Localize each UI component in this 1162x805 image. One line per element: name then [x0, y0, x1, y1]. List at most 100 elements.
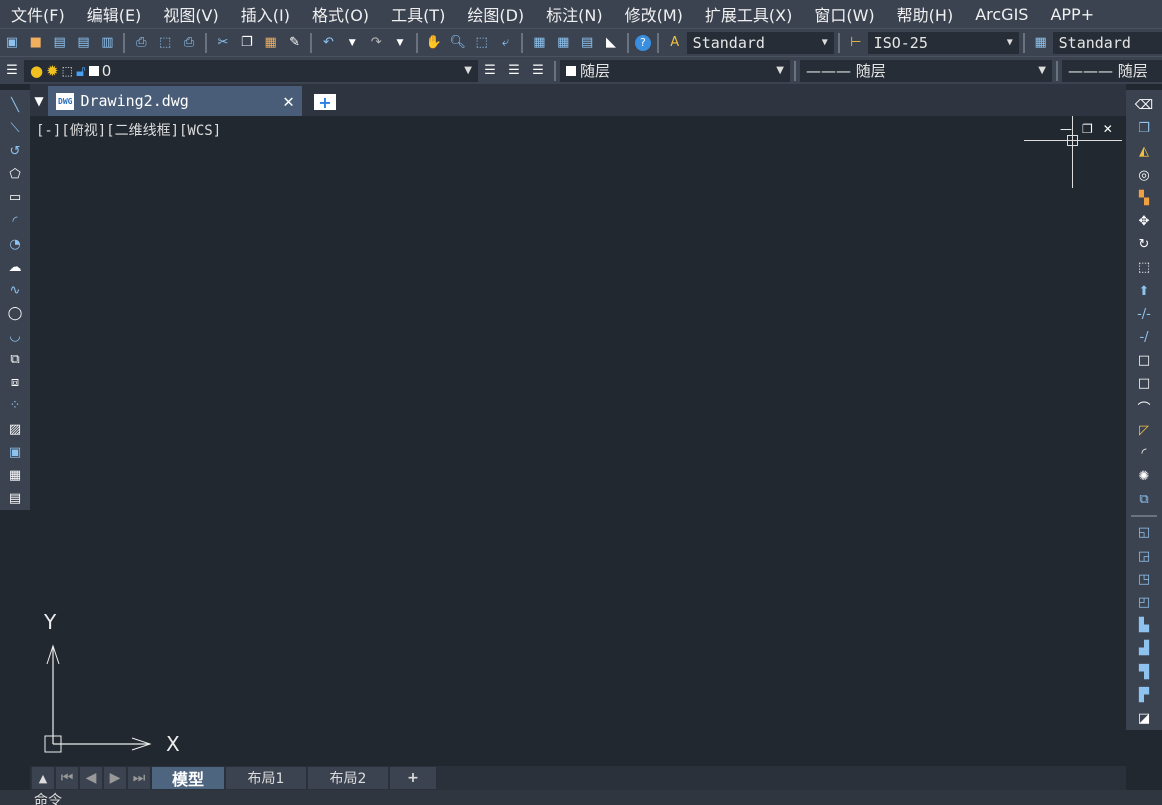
layer-previous-icon[interactable]: ☰	[480, 61, 500, 81]
close-icon[interactable]: ✕	[1103, 122, 1113, 136]
cut-icon[interactable]: ✂	[213, 33, 233, 53]
redo-icon[interactable]: ↷	[366, 33, 386, 53]
match-properties-icon[interactable]: ✎	[285, 33, 305, 53]
fillet-icon[interactable]: ◜	[1134, 443, 1154, 464]
command-line[interactable]: 命令	[0, 790, 1162, 805]
properties-icon[interactable]: ▦	[529, 33, 549, 53]
menu-item[interactable]: ArcGIS	[964, 5, 1039, 24]
copy-icon[interactable]: ❐	[237, 33, 257, 53]
draw-order-front-icon[interactable]: ◱	[1134, 522, 1154, 543]
design-center-icon[interactable]: ▦	[553, 33, 573, 53]
edit-polyline-icon[interactable]: ⧉	[1134, 489, 1154, 510]
ellipse-arc-icon[interactable]: ◡	[5, 326, 25, 347]
arc-icon[interactable]: ◜	[5, 211, 25, 232]
move-icon[interactable]: ✥	[1134, 211, 1154, 232]
zoom-previous-icon[interactable]: ⤶	[496, 33, 516, 53]
scale-icon[interactable]: ⬚	[1134, 257, 1154, 278]
open-icon[interactable]: ■	[26, 33, 46, 53]
join-icon[interactable]: ⌒	[1134, 396, 1154, 417]
viewport-controls[interactable]: [-][俯视][二维线框][WCS]	[36, 120, 221, 140]
layer-select[interactable]: ● ✹ ⬚ 🔓︎ 0 ▼	[24, 59, 478, 82]
layer-state-icon[interactable]: ☰	[528, 61, 548, 81]
tab-layout2[interactable]: 布局2	[308, 767, 388, 789]
rotate-icon[interactable]: ↻	[1134, 234, 1154, 255]
all-annotations-front-icon[interactable]: ▛	[1134, 685, 1154, 706]
menu-item[interactable]: 编辑(E)	[76, 2, 153, 26]
polygon-icon[interactable]: ⬠	[5, 164, 25, 185]
tab-model[interactable]: 模型	[152, 767, 224, 789]
plot-icon[interactable]: ⎙	[179, 33, 199, 53]
mirror-icon[interactable]: ◭	[1134, 141, 1154, 162]
menu-item[interactable]: 格式(O)	[301, 2, 380, 26]
text-to-front-icon[interactable]: ▙	[1134, 615, 1154, 636]
spline-icon[interactable]: ∿	[5, 280, 25, 301]
help-icon[interactable]: ?	[634, 34, 651, 51]
layout-menu-icon[interactable]: ▲	[32, 767, 54, 789]
send-under-icon[interactable]: ◰	[1134, 592, 1154, 613]
markup-icon[interactable]: ◣	[601, 33, 621, 53]
region-icon[interactable]: ▣	[5, 442, 25, 463]
print-preview-icon[interactable]: ⬚	[155, 33, 175, 53]
table-icon[interactable]: ▦	[5, 465, 25, 486]
tab-drawing2[interactable]: DWG Drawing2.dwg ✕	[48, 86, 302, 116]
circle-icon[interactable]: ◔	[5, 234, 25, 255]
explode-icon[interactable]: ✺	[1134, 466, 1154, 487]
menu-item[interactable]: 标注(N)	[535, 2, 613, 26]
tab-layout1[interactable]: 布局1	[226, 767, 306, 789]
break-at-point-icon[interactable]: □	[1134, 350, 1154, 371]
offset-icon[interactable]: ◎	[1134, 165, 1154, 186]
color-select[interactable]: 随层 ▼	[560, 59, 790, 82]
stretch-icon[interactable]: ⬆	[1134, 281, 1154, 302]
menu-item[interactable]: 视图(V)	[152, 2, 229, 26]
leaders-to-front-icon[interactable]: ▜	[1134, 661, 1154, 682]
chamfer-icon[interactable]: ◸	[1134, 420, 1154, 441]
first-layout-icon[interactable]: ⏮	[56, 767, 78, 789]
dims-to-front-icon[interactable]: ▟	[1134, 638, 1154, 659]
draw-order-back-icon[interactable]: ◲	[1134, 545, 1154, 566]
next-layout-icon[interactable]: ▶	[104, 767, 126, 789]
menu-item[interactable]: 帮助(H)	[886, 2, 965, 26]
table-style-select[interactable]: Standard	[1052, 31, 1162, 54]
line-icon[interactable]: ╲	[5, 95, 25, 116]
zoom-window-icon[interactable]: ⬚	[472, 33, 492, 53]
make-block-icon[interactable]: ⧈	[5, 372, 25, 393]
construction-line-icon[interactable]: ⟍	[5, 118, 25, 139]
erase-icon[interactable]: ⌫	[1134, 95, 1154, 116]
save-icon[interactable]: ▤	[50, 33, 70, 53]
last-layout-icon[interactable]: ⏭	[128, 767, 150, 789]
menu-item[interactable]: 修改(M)	[614, 2, 694, 26]
point-icon[interactable]: ⁘	[5, 395, 25, 416]
mtext-icon[interactable]: ▤	[5, 488, 25, 509]
trim-icon[interactable]: -/-	[1134, 304, 1154, 325]
drawing-canvas[interactable]: [-][俯视][二维线框][WCS] — ❐ ✕ Y X	[30, 116, 1126, 766]
hatch-icon[interactable]: ▨	[5, 419, 25, 440]
save-all-icon[interactable]: ▥	[98, 33, 118, 53]
hatch-to-back-icon[interactable]: ◪	[1134, 708, 1154, 729]
layer-manager-icon[interactable]: ☰	[2, 61, 22, 81]
make-current-icon[interactable]: ☰	[504, 61, 524, 81]
print-icon[interactable]: ⎙	[131, 33, 151, 53]
new-icon[interactable]: ▣	[2, 33, 22, 53]
tool-palettes-icon[interactable]: ▤	[577, 33, 597, 53]
dim-style-select[interactable]: ISO-25 ▼	[867, 31, 1019, 54]
copy-object-icon[interactable]: ❐	[1134, 118, 1154, 139]
array-icon[interactable]: ▚	[1134, 188, 1154, 209]
rectangle-icon[interactable]: ▭	[5, 187, 25, 208]
lineweight-select[interactable]: ——— 随层	[1062, 59, 1162, 82]
menu-item[interactable]: 绘图(D)	[456, 2, 535, 26]
ellipse-icon[interactable]: ◯	[5, 303, 25, 324]
break-icon[interactable]: □	[1134, 373, 1154, 394]
undo-icon[interactable]: ↶	[318, 33, 338, 53]
tab-list-icon[interactable]: ▼	[30, 86, 48, 116]
bring-above-icon[interactable]: ◳	[1134, 569, 1154, 590]
minimize-icon[interactable]: —	[1060, 122, 1072, 136]
menu-item[interactable]: 工具(T)	[380, 2, 456, 26]
prev-layout-icon[interactable]: ◀	[80, 767, 102, 789]
menu-item[interactable]: 扩展工具(X)	[694, 2, 803, 26]
add-layout-button[interactable]: +	[390, 767, 436, 789]
insert-block-icon[interactable]: ⧉	[5, 349, 25, 370]
restore-icon[interactable]: ❐	[1082, 122, 1093, 136]
polyline-icon[interactable]: ↺	[5, 141, 25, 162]
undo-dropdown-icon[interactable]: ▼	[342, 33, 362, 53]
menu-item[interactable]: 插入(I)	[230, 2, 301, 26]
